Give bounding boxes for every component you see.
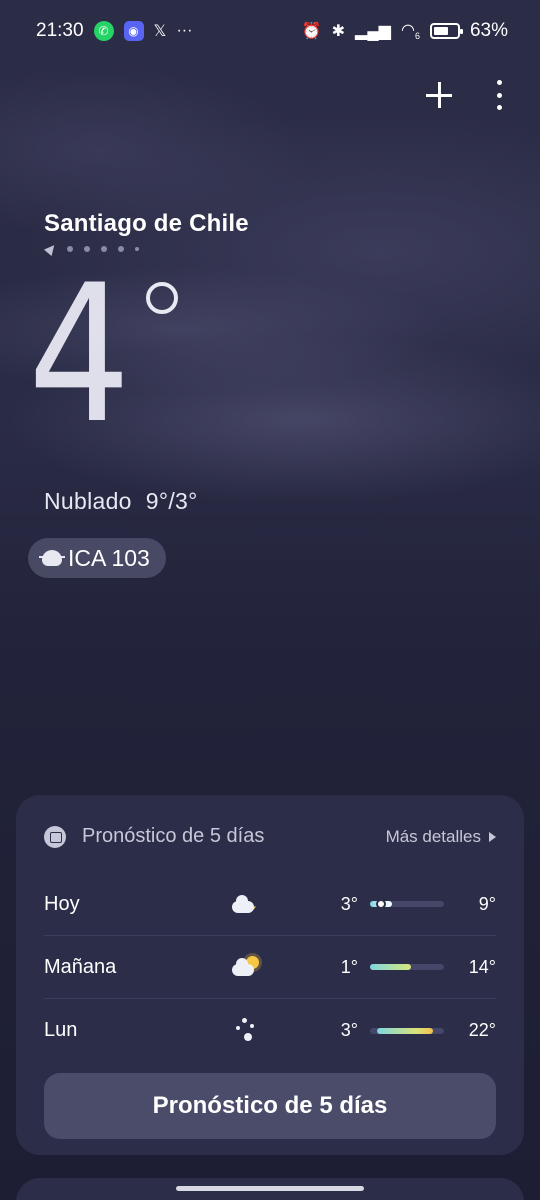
forecast-card: Pronóstico de 5 días Más detalles Hoy 3°… (16, 795, 524, 1155)
calendar-icon (44, 825, 66, 848)
clock: 21:30 (36, 20, 84, 41)
city-name: Santiago de Chile (44, 210, 249, 237)
forecast-row-2[interactable]: Lun 3° 22° (44, 999, 496, 1062)
bluetooth-icon: ✱ (331, 23, 346, 40)
current-temperature: 4 (28, 244, 131, 465)
forecast-high: 22° (468, 1020, 496, 1040)
forecast-high: 9° (478, 893, 496, 914)
air-quality-label: ICA 103 (68, 544, 150, 571)
forecast-day: Mañana (44, 955, 117, 978)
current-temp-marker (376, 899, 387, 909)
forecast-title-group: Pronóstico de 5 días (44, 825, 264, 848)
forecast-row-0[interactable]: Hoy 3° 9° (44, 873, 496, 936)
overflow-notifications-icon: ··· (176, 22, 193, 39)
whatsapp-icon: ✆ (93, 21, 114, 41)
wifi-icon: ◠6 (400, 22, 420, 42)
air-quality-chip[interactable]: ICA 103 (28, 538, 166, 578)
condition-text: Nublado (44, 488, 132, 514)
high-low-text: 9°/3° (145, 488, 198, 514)
temperature-range-bar (370, 964, 444, 970)
x-icon: 𝕏 (153, 23, 167, 40)
discord-icon: ◉ (123, 21, 144, 41)
header-actions (424, 80, 504, 110)
forecast-low: 3° (340, 1020, 358, 1040)
chevron-right-icon (489, 831, 496, 842)
page-dot (135, 247, 139, 251)
forecast-low: 3° (340, 893, 358, 914)
temperature-range-bar (370, 1027, 444, 1034)
more-options-button[interactable] (494, 80, 504, 110)
status-bar: 21:30 ✆ ◉ 𝕏 ··· ⏰ ✱ ▂▄▆ ◠6 63% (0, 0, 540, 62)
add-city-button[interactable] (424, 80, 454, 110)
battery-icon (429, 23, 463, 39)
forecast-high: 14° (468, 956, 496, 977)
partly-cloudy-day-icon (228, 952, 264, 982)
more-details-link[interactable]: Más detalles (386, 827, 496, 847)
temperature-range-bar (370, 899, 444, 909)
forecast-header: Pronóstico de 5 días Más detalles (44, 825, 496, 848)
signal-icon: ▂▄▆ (355, 23, 391, 40)
forecast-day: Hoy (44, 892, 80, 915)
current-condition: Nublado 9°/3° (44, 488, 198, 515)
forecast-title: Pronóstico de 5 días (82, 825, 265, 847)
degree-symbol (146, 282, 178, 314)
air-quality-icon (39, 550, 65, 566)
forecast-low: 1° (340, 956, 358, 977)
more-details-label: Más detalles (385, 826, 481, 846)
cloudy-night-icon (228, 889, 264, 919)
battery-percent: 63% (469, 20, 508, 41)
forecast-row-1[interactable]: Mañana 1° 14° (44, 936, 496, 999)
alarm-icon: ⏰ (301, 23, 322, 40)
forecast-list: Hoy 3° 9° Mañana 1° 14° Lun 3° 22° (44, 873, 496, 1062)
clear-night-icon (228, 1016, 264, 1046)
five-day-forecast-button[interactable]: Pronóstico de 5 días (44, 1073, 496, 1139)
forecast-day: Lun (44, 1019, 78, 1041)
home-indicator[interactable] (176, 1186, 364, 1191)
